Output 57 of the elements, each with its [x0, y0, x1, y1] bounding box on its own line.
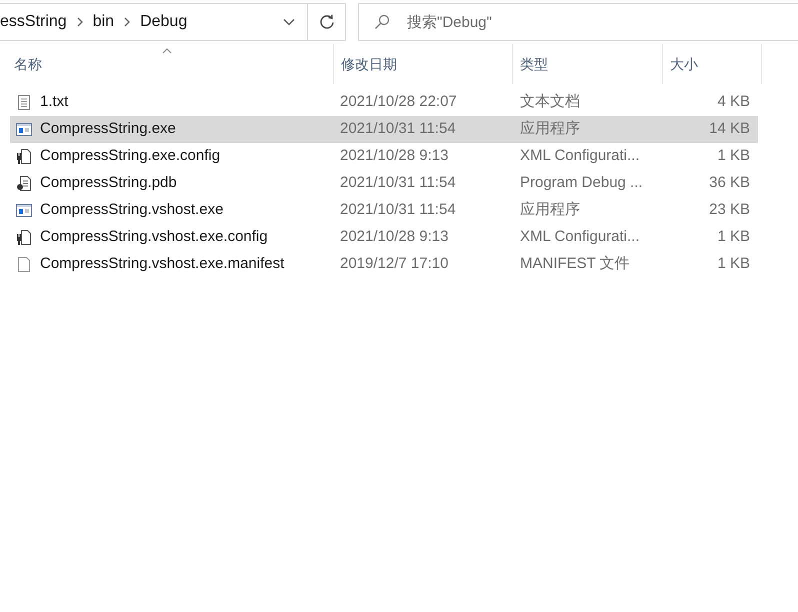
column-header[interactable]: 修改日期 [333, 44, 512, 84]
config-file-icon [16, 229, 32, 246]
file-row[interactable]: CompressString.vshost.exe.config 2021/10/28 9:13 XML Configurati... 1 KB [10, 224, 758, 251]
file-name: CompressString.vshost.exe.manifest [40, 254, 284, 274]
type-cell-text: 应用程序 [519, 119, 581, 140]
file-name: CompressString.exe.config [40, 146, 220, 166]
text-file-icon [16, 94, 32, 111]
size-cell-text: 14 KB [708, 119, 750, 140]
column-header[interactable]: 类型 [512, 44, 662, 84]
type-cell-text: MANIFEST 文件 [519, 254, 631, 274]
date-cell-text: 2021/10/31 11:54 [339, 200, 457, 220]
size-cell-text: 4 KB [716, 92, 750, 112]
date-cell-text: 2019/12/7 17:10 [339, 254, 450, 274]
file-name: CompressString.vshost.exe.config [40, 227, 268, 248]
chevron-right-icon[interactable] [124, 17, 130, 27]
size-cell-text: 1 KB [716, 254, 750, 274]
sort-up-icon [162, 48, 172, 54]
size-cell-text: 36 KB [708, 173, 750, 194]
file-name: 1.txt [40, 92, 68, 112]
window-file-icon [16, 202, 32, 219]
breadcrumb[interactable]: essString [0, 10, 67, 34]
type-cell-text: 应用程序 [519, 200, 581, 220]
breadcrumb[interactable]: bin [92, 10, 114, 34]
column-header[interactable]: 名称 [0, 44, 333, 84]
file-name: CompressString.vshost.exe [40, 200, 224, 220]
date-cell-text: 2021/10/28 9:13 [339, 227, 450, 248]
type-cell-text: XML Configurati... [519, 227, 640, 248]
document-file-icon [16, 175, 32, 192]
date-cell-text: 2021/10/31 11:54 [339, 173, 457, 194]
file-name: CompressString.pdb [40, 173, 177, 194]
blank-file-icon [16, 256, 32, 273]
size-cell-text: 1 KB [716, 227, 750, 248]
date-cell-text: 2021/10/28 22:07 [339, 92, 458, 112]
type-cell-text: Program Debug ... [519, 173, 644, 194]
chevron-down-icon[interactable] [283, 18, 295, 26]
refresh-icon [318, 14, 334, 30]
search-field[interactable]: 搜索"Debug" [358, 3, 798, 41]
file-row[interactable]: CompressString.exe.config 2021/10/28 9:13 XML Configurati... 1 KB [10, 143, 758, 170]
file-row[interactable]: 1.txt 2021/10/28 22:07 文本文档 4 KB [10, 89, 758, 116]
size-cell-text: 23 KB [708, 200, 750, 220]
config-file-icon [16, 148, 32, 165]
file-row[interactable]: CompressString.vshost.exe.manifest 2019/12/7 17:10 MANIFEST 文件 1 KB [10, 251, 758, 278]
file-name: CompressString.exe [40, 119, 176, 140]
column-header[interactable]: 大小 [662, 44, 762, 84]
chevron-right-icon[interactable] [76, 17, 83, 27]
file-row[interactable]: CompressString.vshost.exe 2021/10/31 11:54 应用程序 23 KB [10, 197, 758, 224]
window-file-icon [16, 121, 32, 138]
address-bar[interactable]: essString bin Debug [0, 3, 346, 41]
breadcrumb[interactable]: Debug [140, 10, 188, 34]
type-cell-text: XML Configurati... [519, 146, 640, 166]
size-cell-text: 1 KB [716, 146, 750, 166]
date-cell-text: 2021/10/31 11:54 [339, 119, 457, 140]
type-cell-text: 文本文档 [519, 92, 581, 112]
file-row[interactable]: CompressString.exe 2021/10/31 11:54 应用程序 14 KB [10, 116, 758, 143]
search-icon [374, 14, 390, 30]
file-row[interactable]: CompressString.pdb 2021/10/31 11:54 Program Debug ... 36 KB [10, 170, 758, 197]
date-cell-text: 2021/10/28 9:13 [339, 146, 450, 166]
